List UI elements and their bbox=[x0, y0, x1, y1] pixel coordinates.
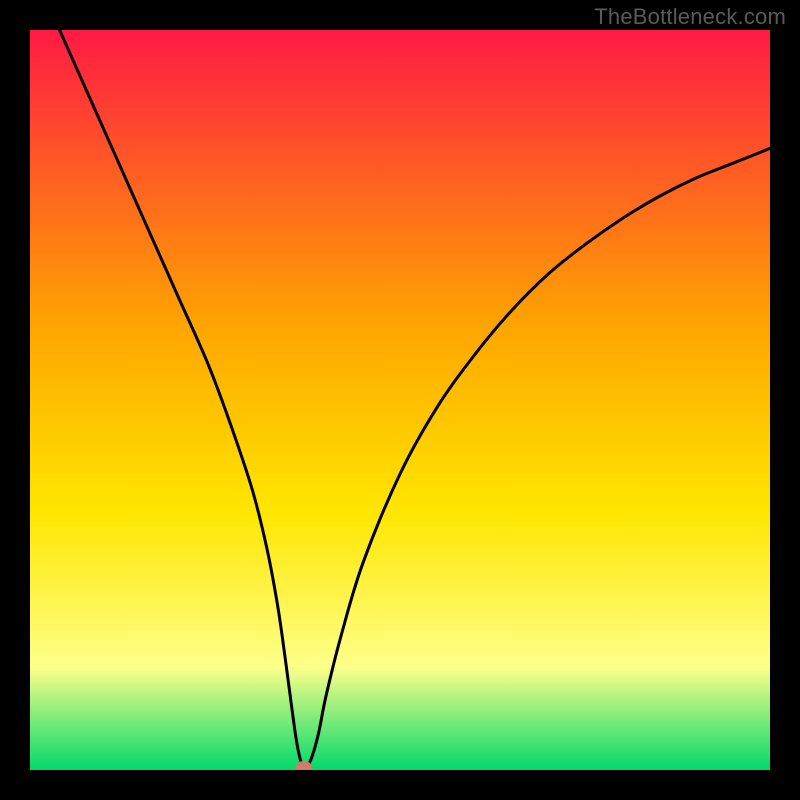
gradient-background bbox=[30, 30, 770, 770]
watermark-text: TheBottleneck.com bbox=[594, 4, 786, 30]
chart-frame: TheBottleneck.com bbox=[0, 0, 800, 800]
plot-area bbox=[30, 30, 770, 770]
bottleneck-chart bbox=[30, 30, 770, 770]
